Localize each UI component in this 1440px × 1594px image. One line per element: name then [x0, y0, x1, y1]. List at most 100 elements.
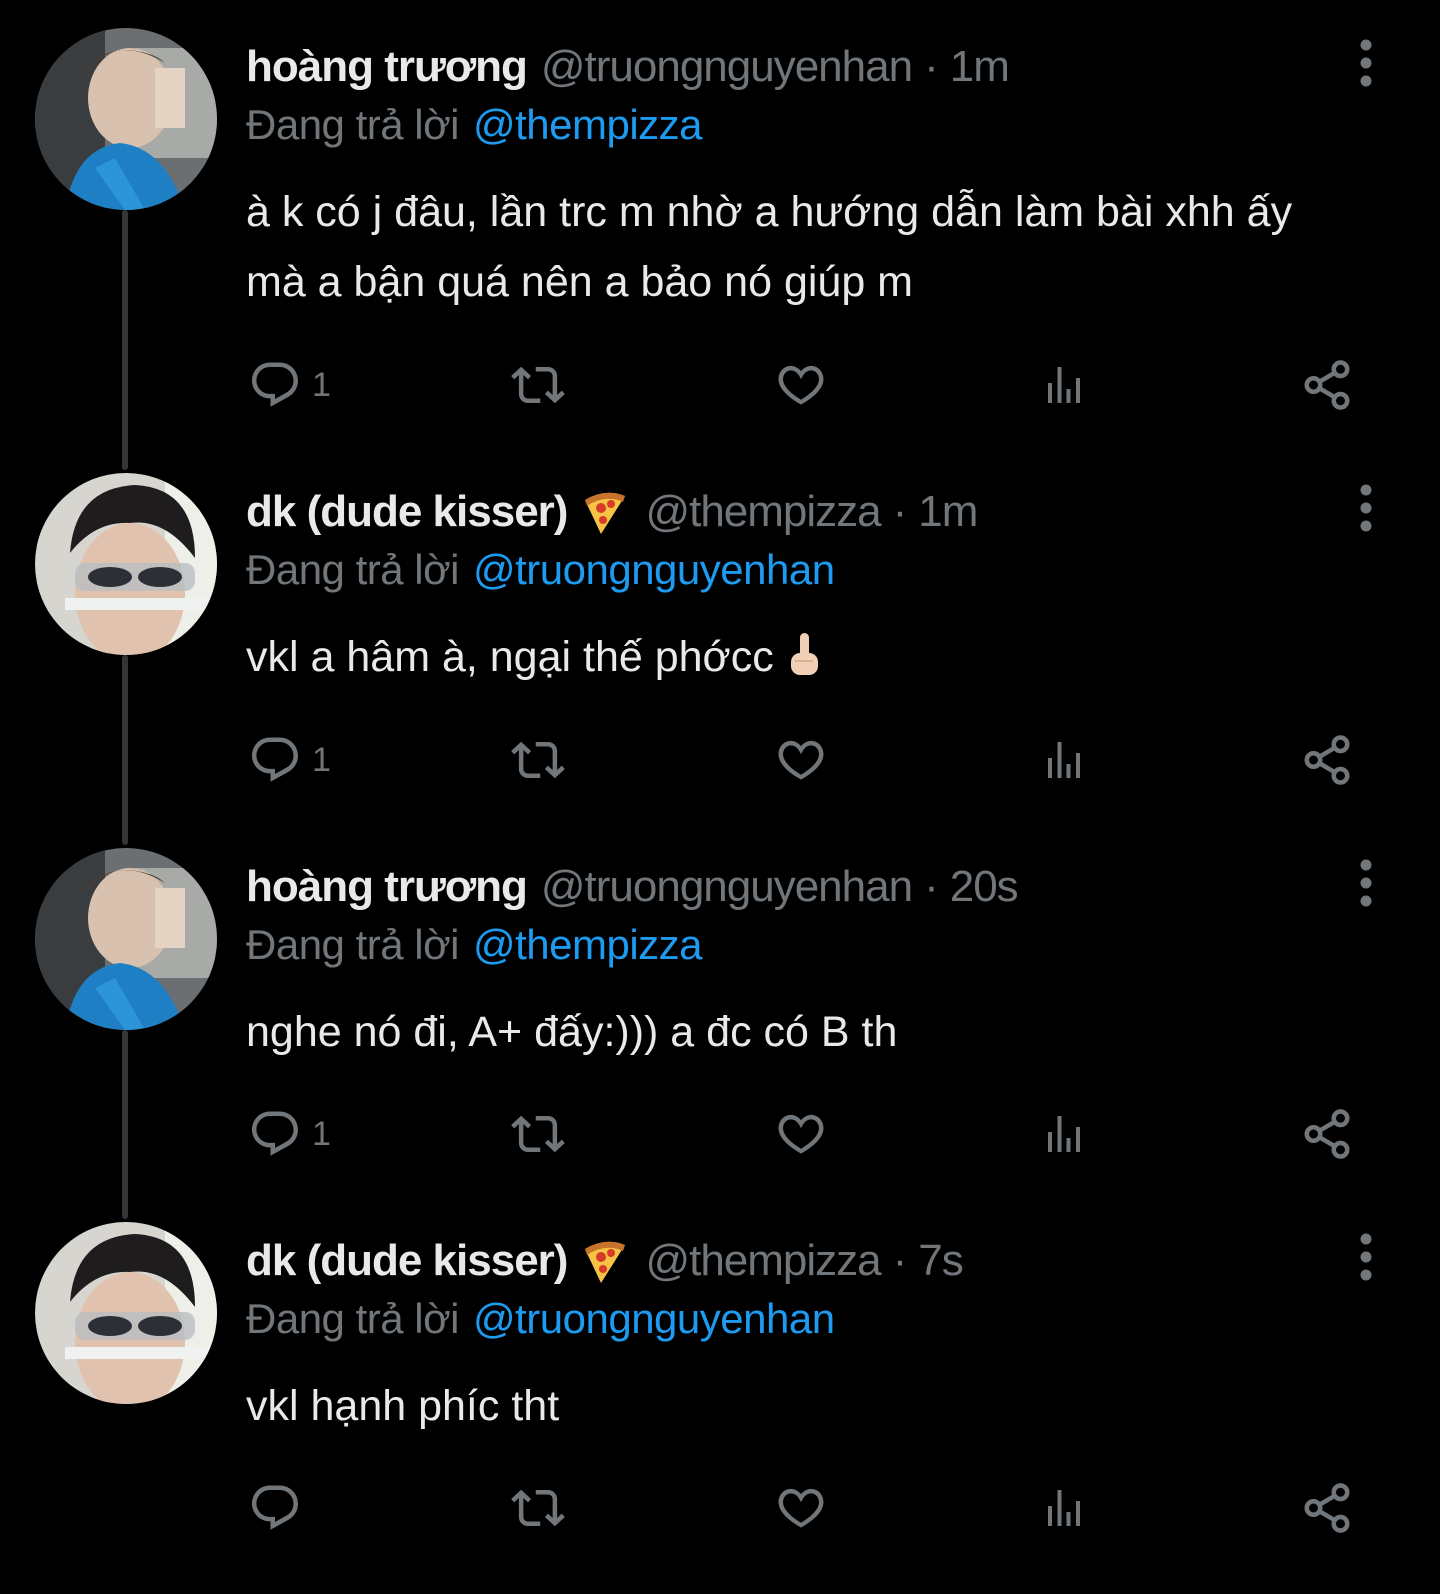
retweet-button[interactable] [508, 1104, 568, 1164]
replying-to-label: Đang trả lời [246, 546, 459, 593]
conversation-thread: hoàng trương @truongnguyenhan · 1m Đang … [0, 0, 1440, 1563]
pizza-emoji [579, 1235, 631, 1287]
replying-to-handle[interactable]: @thempizza [473, 921, 703, 969]
avatar[interactable] [35, 473, 217, 655]
views-button[interactable] [1040, 355, 1088, 415]
tweet-actions: 1 [0, 730, 1440, 790]
replying-to: Đang trả lời @thempizza [246, 917, 703, 973]
avatar[interactable] [35, 848, 217, 1030]
reply-icon [251, 362, 298, 407]
tweet-header: dk (dude kisser) @thempizza · 7s [246, 1231, 964, 1291]
share-button[interactable] [1300, 355, 1354, 415]
reply-icon [251, 1485, 298, 1530]
timestamp[interactable]: 1m [918, 487, 978, 537]
replying-to-handle[interactable]: @truongnguyenhan [473, 1295, 835, 1343]
views-icon [1048, 367, 1080, 403]
replying-to-handle[interactable]: @thempizza [473, 101, 703, 149]
like-button[interactable] [773, 355, 829, 415]
more-vertical-icon[interactable] [1348, 859, 1384, 907]
tweet[interactable]: hoàng trương @truongnguyenhan · 1m Đang … [0, 25, 1440, 470]
timestamp[interactable]: 7s [918, 1236, 963, 1286]
display-name[interactable]: hoàng trương [246, 42, 528, 92]
share-icon [1304, 360, 1350, 410]
separator-dot: · [924, 42, 939, 91]
share-button[interactable] [1300, 1478, 1354, 1538]
heart-icon [778, 1488, 824, 1528]
tweet-text-line: nghe nó đi, A+ đấy:))) a đc có B th [246, 1008, 898, 1056]
tweet-text: nghe nó đi, A+ đấy:))) a đc có B th [246, 997, 1366, 1067]
more-vertical-icon[interactable] [1348, 39, 1384, 87]
tweet-actions: 1 [0, 1104, 1440, 1164]
like-button[interactable] [773, 1478, 829, 1538]
reply-button[interactable]: 1 [248, 355, 331, 415]
tweet-actions: 1 [0, 355, 1440, 415]
heart-icon [778, 740, 824, 780]
tweet-text-line: vkl hạnh phíc tht [246, 1382, 560, 1430]
middle-finger-emoji [784, 631, 824, 681]
reply-button[interactable]: 1 [248, 1104, 331, 1164]
tweet-text: vkl hạnh phíc tht [246, 1371, 1366, 1441]
separator-dot: · [892, 1236, 908, 1285]
display-name[interactable]: hoàng trương [246, 862, 528, 912]
tweet-header: dk (dude kisser) @thempizza · 1m [246, 482, 978, 542]
reply-count: 1 [312, 1114, 331, 1153]
retweet-icon [511, 741, 565, 779]
display-name[interactable]: dk (dude kisser) [246, 487, 568, 537]
views-icon [1048, 1116, 1080, 1152]
share-icon [1304, 1109, 1350, 1159]
user-handle[interactable]: @truongnguyenhan [541, 862, 913, 912]
tweet-text-line: à k có j đâu, lần trc m nhờ a hướng dẫn … [246, 188, 1293, 236]
replying-to-label: Đang trả lời [246, 1295, 459, 1342]
replying-to-handle[interactable]: @truongnguyenhan [473, 546, 835, 594]
reply-count: 1 [312, 365, 331, 404]
tweet[interactable]: hoàng trương @truongnguyenhan · 20s Đang… [0, 845, 1440, 1220]
replying-to: Đang trả lời @truongnguyenhan [246, 542, 835, 598]
share-icon [1304, 1483, 1350, 1533]
tweet-header: hoàng trương @truongnguyenhan · 1m [246, 37, 1010, 97]
replying-to: Đang trả lời @thempizza [246, 97, 703, 153]
tweet[interactable]: dk (dude kisser) @thempizza · 1m Đang tr… [0, 470, 1440, 845]
more-vertical-icon[interactable] [1348, 1233, 1384, 1281]
reply-icon [251, 1111, 298, 1156]
display-name[interactable]: dk (dude kisser) [246, 1236, 568, 1286]
more-vertical-icon[interactable] [1348, 484, 1384, 532]
reply-button[interactable]: 1 [248, 730, 331, 790]
retweet-icon [511, 1115, 565, 1153]
share-button[interactable] [1300, 1104, 1354, 1164]
views-icon [1048, 742, 1080, 778]
reply-button[interactable] [248, 1478, 312, 1538]
retweet-button[interactable] [508, 1478, 568, 1538]
views-button[interactable] [1040, 1478, 1088, 1538]
avatar[interactable] [35, 1222, 217, 1404]
tweet-text-line: vkl a hâm à, ngại thế phớcc [246, 622, 1366, 692]
tweet[interactable]: dk (dude kisser) @thempizza · 7s Đang tr… [0, 1219, 1440, 1594]
separator-dot: · [924, 862, 939, 911]
views-button[interactable] [1040, 730, 1088, 790]
share-button[interactable] [1300, 730, 1354, 790]
heart-icon [778, 1114, 824, 1154]
replying-to-label: Đang trả lời [246, 101, 459, 148]
tweet-actions [0, 1478, 1440, 1538]
retweet-icon [511, 1489, 565, 1527]
timestamp[interactable]: 1m [950, 42, 1010, 92]
user-handle[interactable]: @thempizza [645, 1236, 881, 1286]
pizza-emoji [579, 486, 631, 538]
tweet-text-content: vkl a hâm à, ngại thế phớcc [246, 633, 774, 681]
replying-to: Đang trả lời @truongnguyenhan [246, 1291, 835, 1347]
user-handle[interactable]: @truongnguyenhan [541, 42, 913, 92]
reply-icon [251, 737, 298, 782]
tweet-text: à k có j đâu, lần trc m nhờ a hướng dẫn … [246, 177, 1366, 317]
retweet-button[interactable] [508, 355, 568, 415]
tweet-text: vkl a hâm à, ngại thế phớcc [246, 622, 1366, 692]
views-button[interactable] [1040, 1104, 1088, 1164]
user-handle[interactable]: @thempizza [645, 487, 881, 537]
like-button[interactable] [773, 1104, 829, 1164]
retweet-icon [511, 366, 565, 404]
like-button[interactable] [773, 730, 829, 790]
timestamp[interactable]: 20s [950, 862, 1019, 912]
separator-dot: · [892, 487, 908, 536]
share-icon [1304, 735, 1350, 785]
views-icon [1048, 1490, 1080, 1526]
retweet-button[interactable] [508, 730, 568, 790]
avatar[interactable] [35, 28, 217, 210]
